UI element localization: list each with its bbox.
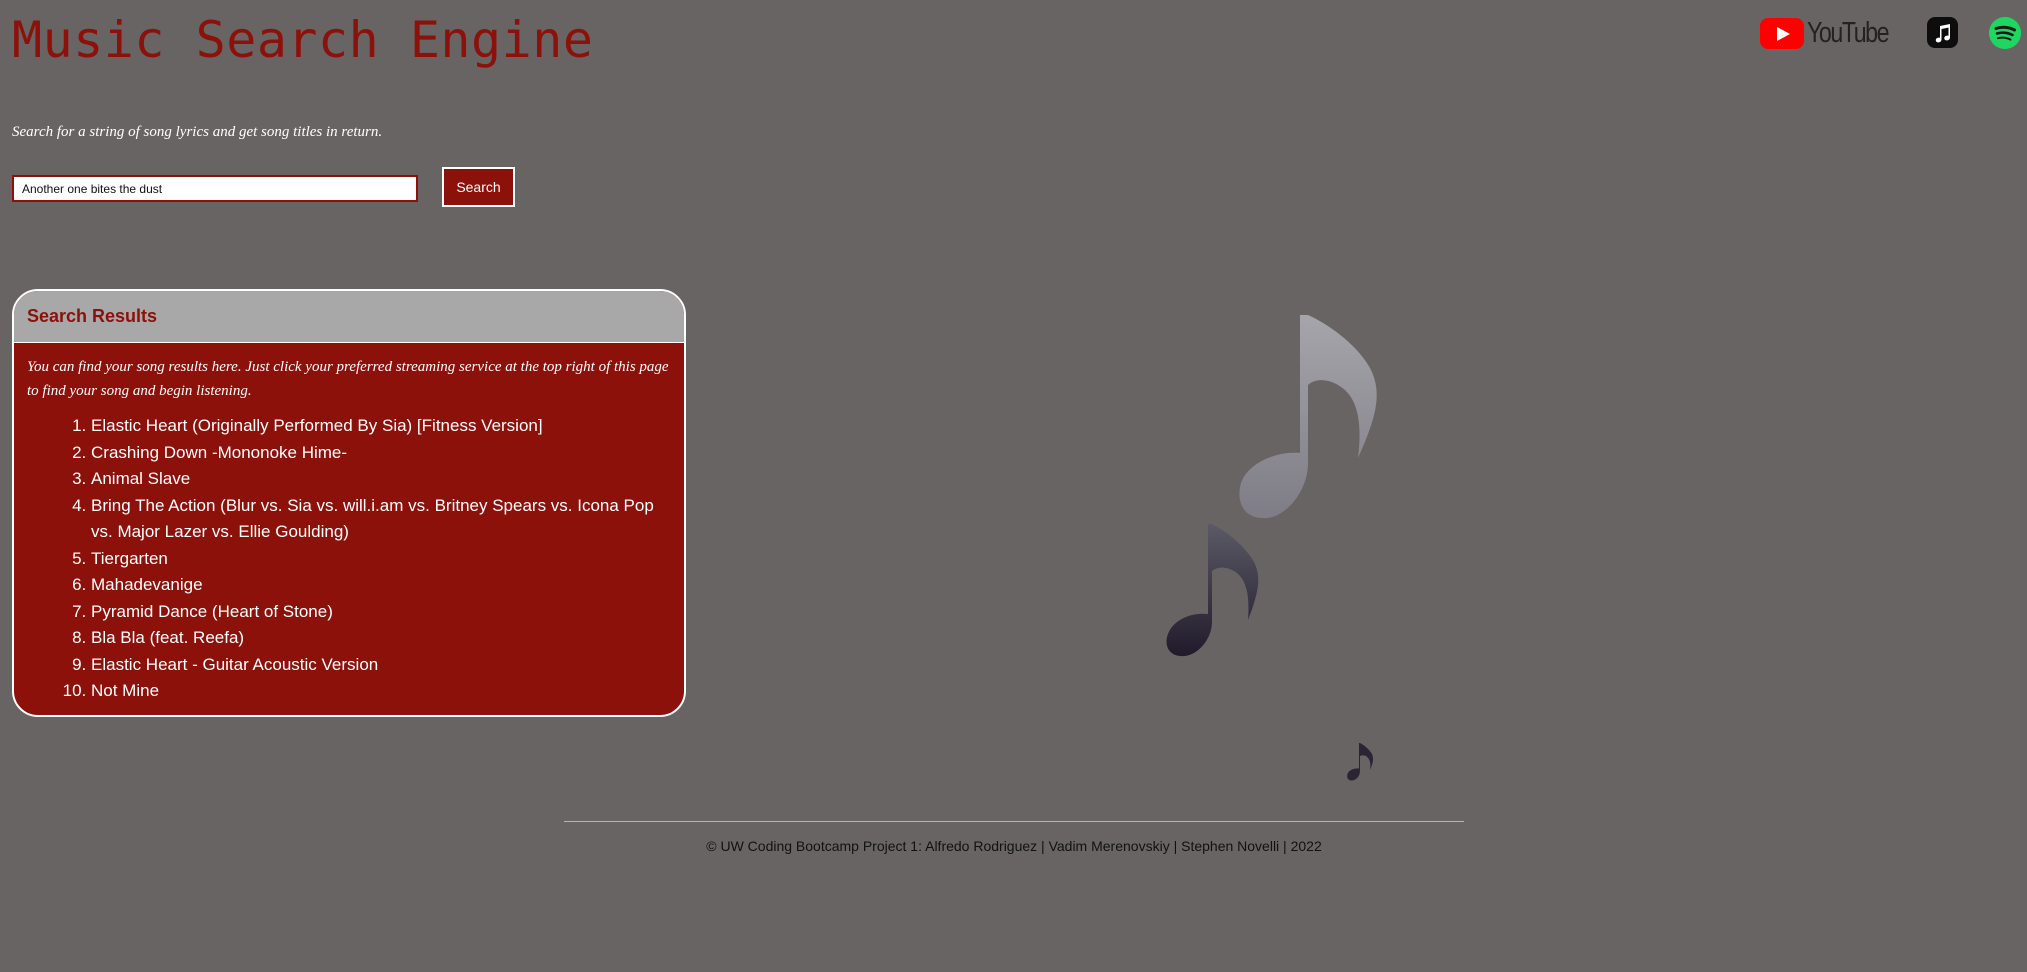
footer-copyright: © UW Coding Bootcamp Project 1: Alfredo …	[706, 838, 1322, 854]
search-button[interactable]: Search	[442, 167, 515, 207]
result-item: Crashing Down -Mononoke Hime-	[91, 440, 664, 467]
result-item: Elastic Heart (Originally Performed By S…	[91, 413, 664, 440]
page-title: Music Search Engine	[12, 11, 594, 69]
result-item: Animal Slave	[91, 466, 664, 493]
result-item: Bring The Action (Blur vs. Sia vs. will.…	[91, 493, 664, 546]
youtube-link[interactable]: YouTube	[1760, 17, 1895, 49]
youtube-play-icon	[1760, 17, 1804, 49]
search-input[interactable]	[12, 175, 418, 202]
result-item: Pyramid Dance (Heart of Stone)	[91, 599, 664, 626]
result-item: Elastic Heart - Guitar Acoustic Version	[91, 652, 664, 679]
page-subtitle: Search for a string of song lyrics and g…	[12, 124, 383, 140]
result-item: Tiergarten	[91, 546, 664, 573]
search-results-card: Search Results You can find your song re…	[12, 289, 686, 717]
medium-music-note-icon	[1166, 524, 1259, 657]
search-results-header: Search Results	[14, 291, 684, 343]
spotify-link[interactable]	[1989, 17, 2021, 49]
search-results-list: Elastic Heart (Originally Performed By S…	[14, 413, 684, 705]
search-results-title: Search Results	[27, 306, 158, 326]
footer-divider	[564, 821, 1464, 822]
spotify-icon	[1989, 17, 2021, 49]
youtube-logo-text: YouTube	[1807, 16, 1890, 49]
result-item: Not Mine	[91, 678, 664, 705]
result-item: Mahadevanige	[91, 572, 664, 599]
search-results-description: You can find your song results here. Jus…	[27, 359, 669, 399]
large-music-note-icon	[1239, 315, 1377, 519]
music-note-icon	[1935, 23, 1950, 42]
apple-music-link[interactable]	[1927, 17, 1958, 48]
small-music-note-icon	[1347, 743, 1374, 781]
result-item: Bla Bla (feat. Reefa)	[91, 625, 664, 652]
